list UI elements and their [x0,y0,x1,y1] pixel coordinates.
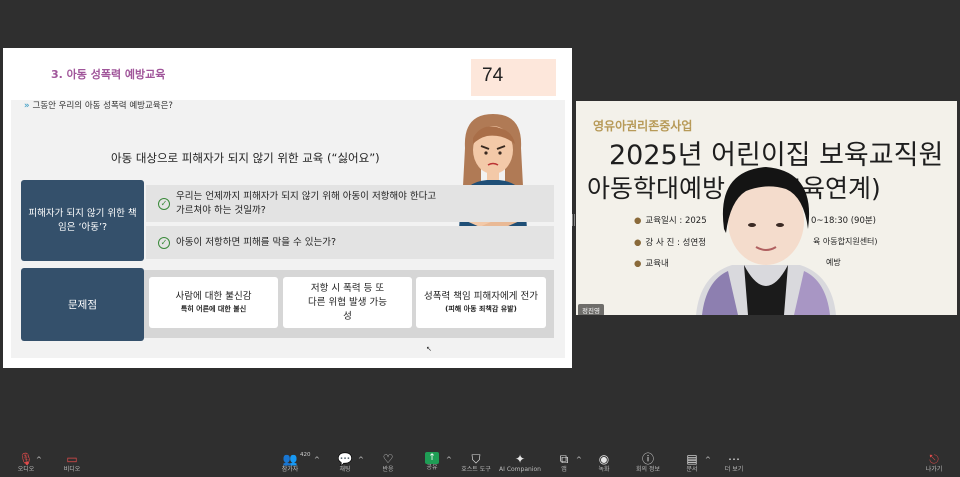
audio-options-chevron-icon[interactable]: ^ [36,456,42,464]
problem-card: 저항 시 폭력 등 또다른 위협 발생 가능성 [283,277,412,328]
video-off-icon: ▭ [66,452,78,466]
check-row: ✓ 우리는 언제까지 피해자가 되지 않기 위해 아동이 저항해야 한다고 가르… [146,185,554,222]
panel-resize-handle[interactable] [572,214,575,226]
shield-icon: ⛉ [471,452,481,466]
react-label: 반응 [382,466,394,473]
leave-button[interactable]: ⎋ 나가기 [908,452,960,476]
chat-label: 채팅 [339,466,351,473]
more-label: 더 보기 [724,466,744,473]
more-button[interactable]: ⋯ 더 보기 [708,452,760,476]
check-circle-icon: ✓ [158,197,170,210]
banner-org: 영유아권리존중사업 [593,119,693,133]
share-screen-icon: ↑ [425,452,439,464]
check-row-text: 아동이 저항하면 피해를 막을 수 있는가? [176,236,336,248]
presenter-silhouette [696,167,836,315]
problem-card-sub: 특히 어른에 대한 불신 [180,305,247,313]
sparkle-icon: ✦ [514,452,526,466]
check-circle-icon: ✓ [158,236,170,249]
bullet-icon: ● [634,238,642,248]
video-label: 비디오 [63,466,81,473]
mouse-cursor-icon: ↖ [426,345,432,353]
slide-question: » 그동안 우리의 아동 성폭력 예방교육은? [24,99,173,111]
responsibility-label: 피해자가 되지 않기 위한 책임은 ‘아동’? [28,207,137,233]
bullet-icon: ● [634,216,642,226]
slide-question-text: 그동안 우리의 아동 성폭력 예방교육은? [32,101,173,111]
leave-label: 나가기 [925,466,943,473]
bullet-icon: ● [634,259,642,269]
check-row-text: 우리는 언제까지 피해자가 되지 않기 위해 아동이 저항해야 한다고 가르쳐야… [176,190,437,216]
participants-icon: 👥 [282,452,298,466]
problem-label: 문제점 [68,299,97,311]
leave-icon: ⎋ [929,452,939,466]
apps-icon: ⧉ [559,452,569,466]
audio-button[interactable]: 🎙 오디오 [0,452,52,476]
slide-headline: 아동 대상으로 피해자가 되지 않기 위한 교육 (“싫어요”) [111,151,380,165]
problem-card-main: 사람에 대한 불신감 [175,291,252,302]
document-icon: ▤ [686,452,698,466]
slide-title: 3. 아동 성폭력 예방교육 [51,68,166,81]
participant-count: 420 [300,452,311,458]
check-row: ✓ 아동이 저항하면 피해를 막을 수 있는가? [146,226,554,259]
video-button[interactable]: ▭ 비디오 [46,452,98,476]
participant-name-tag: 정진영 [578,304,604,315]
share-label: 공유 [426,464,438,471]
record-label: 녹화 [598,466,610,473]
mic-muted-icon: 🎙 [18,452,34,466]
problem-card: 성폭력 책임 피해자에게 전가 (피해 아동 죄책감 유발) [416,277,546,328]
chat-icon: 💬 [337,452,353,466]
audio-label: 오디오 [17,466,35,473]
responsibility-label-box: 피해자가 되지 않기 위한 책임은 ‘아동’? [21,180,144,261]
problem-label-box: 문제점 [21,268,144,341]
shared-slide: 3. 아동 성폭력 예방교육 74 » 그동안 우리의 아동 성폭력 예방교육은?… [3,48,572,368]
heart-icon: ♡ [382,452,394,466]
record-icon: ◉ [598,452,610,466]
docs-label: 문서 [686,466,698,473]
apps-label: 앱 [561,466,567,473]
problem-card: 사람에 대한 불신감 특히 어른에 대한 불신 [149,277,278,328]
problem-card-main: 저항 시 폭력 등 또다른 위협 발생 가능성 [308,282,387,322]
double-chevron-icon: » [24,101,30,111]
participants-label: 참가자 [281,466,299,473]
host-tools-label: 호스트 도구 [461,466,491,473]
page-number-box: 74 [471,59,556,96]
presenter-video[interactable]: 영유아권리존중사업 2025년 어린이집 보육교직원 아동학대예방 보수교육연계… [576,101,957,315]
banner-info-row: ● 교육내 [634,257,669,269]
more-icon: ⋯ [728,452,740,466]
problem-card-sub: (피해 아동 죄책감 유발) [445,305,517,313]
ai-companion-label: AI Companion [499,466,541,473]
problem-card-main: 성폭력 책임 피해자에게 전가 [424,291,538,302]
page-number: 74 [482,65,504,86]
meeting-info-label: 회의 정보 [636,466,660,473]
info-icon: ⓘ [641,452,654,466]
